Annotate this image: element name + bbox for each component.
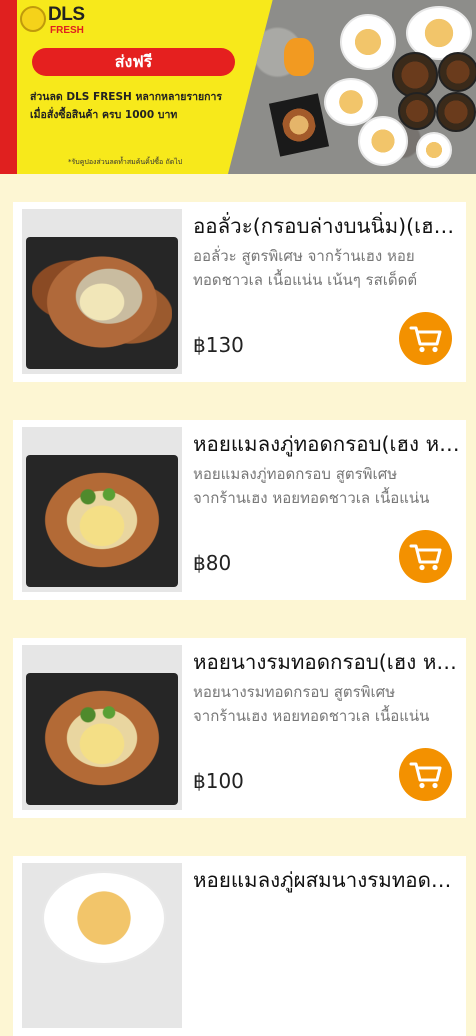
promo-banner[interactable]: DLS FRESH ส่งฟรี ส่วนลด DLS FRESH หลากหล…	[0, 0, 476, 174]
logo-emblem-icon	[20, 6, 46, 32]
banner-food-photo	[228, 0, 476, 174]
add-to-cart-button[interactable]	[399, 530, 452, 583]
oyster-omelette-image	[32, 244, 172, 360]
soup-bowl-image	[436, 92, 476, 132]
shopping-cart-icon	[409, 544, 441, 570]
product-image[interactable]	[22, 863, 182, 1028]
free-shipping-badge: ส่งฟรี	[32, 48, 235, 76]
product-name[interactable]: ออลั่วะ(กรอบล่างบนนิ่ม)(เฮง หอยทอดชาวเล)	[193, 212, 461, 240]
noodle-plate-image	[358, 116, 408, 166]
product-card[interactable]: หอยแมลงภู่ทอดกรอบ(เฮง หอยทอดชาวเล) หอยแม…	[13, 420, 466, 600]
plate-image	[42, 871, 166, 965]
promo-text-line2: เมื่อสั่งซื้อสินค้า ครบ 1000 บาท	[30, 109, 178, 121]
promo-fine-print: *รับคูปองส่วนลดท้ำสมค้นคิ้ปซื้อ ถัดไป	[68, 158, 183, 166]
banner-red-strip	[0, 0, 17, 174]
add-to-cart-button[interactable]	[399, 312, 452, 365]
dip-bowl-image	[398, 92, 436, 130]
product-description-line2: จากร้านเฮง หอยทอดชาวเล เนื้อแน่น	[193, 489, 430, 507]
product-name[interactable]: หอยแมลงภู่ผสมนางรมทอดกรอบ	[193, 866, 461, 894]
product-price: ฿130	[193, 333, 244, 357]
product-card[interactable]: หอยแมลงภู่ผสมนางรมทอดกรอบ	[13, 856, 466, 1036]
dumpling-plate-image	[340, 14, 396, 70]
product-price: ฿80	[193, 551, 232, 575]
logo-text-fresh: FRESH	[50, 25, 84, 36]
product-description-line1: หอยนางรมทอดกรอบ สูตรพิเศษ	[193, 683, 396, 701]
product-image[interactable]	[22, 209, 182, 374]
oyster-crispy-image	[32, 680, 172, 796]
curry-bowl-image	[438, 52, 476, 92]
dls-fresh-logo: DLS FRESH	[20, 4, 85, 44]
product-price: ฿100	[193, 769, 244, 793]
shopping-cart-icon	[409, 326, 441, 352]
shopping-cart-icon	[409, 762, 441, 788]
fried-oyster-tray-image	[268, 93, 330, 157]
product-description-line2: ทอดชาวเล เนื้อแน่น เน้นๆ รสเด็ดต์	[193, 271, 418, 289]
product-description-line2: จากร้านเฮง หอยทอดชาวเล เนื้อแน่น	[193, 707, 430, 725]
mussel-omelette-image	[32, 462, 172, 578]
product-image[interactable]	[22, 645, 182, 810]
product-description-line1: ออลั่วะ สูตรพิเศษ จากร้านเฮง หอย	[193, 247, 415, 265]
product-card[interactable]: ออลั่วะ(กรอบล่างบนนิ่ม)(เฮง หอยทอดชาวเล)…	[13, 202, 466, 382]
product-name[interactable]: หอยแมลงภู่ทอดกรอบ(เฮง หอยทอดชาวเล)	[193, 430, 461, 458]
logo-text-dls: DLS	[48, 4, 85, 25]
product-description-line1: หอยแมลงภู่ทอดกรอบ สูตรพิเศษ	[193, 465, 398, 483]
product-card[interactable]: หอยนางรมทอดกรอบ(เฮง หอยทอดชาวเล) หอยนางร…	[13, 638, 466, 818]
product-list: ออลั่วะ(กรอบล่างบนนิ่ม)(เฮง หอยทอดชาวเล)…	[0, 174, 476, 1036]
dessert-plate-image	[416, 132, 452, 168]
product-image[interactable]	[22, 427, 182, 592]
juice-glass-image	[284, 38, 314, 76]
promo-text-line1: ส่วนลด DLS FRESH หลากหลายรายการ	[30, 91, 223, 103]
add-to-cart-button[interactable]	[399, 748, 452, 801]
product-name[interactable]: หอยนางรมทอดกรอบ(เฮง หอยทอดชาวเล)	[193, 648, 461, 676]
